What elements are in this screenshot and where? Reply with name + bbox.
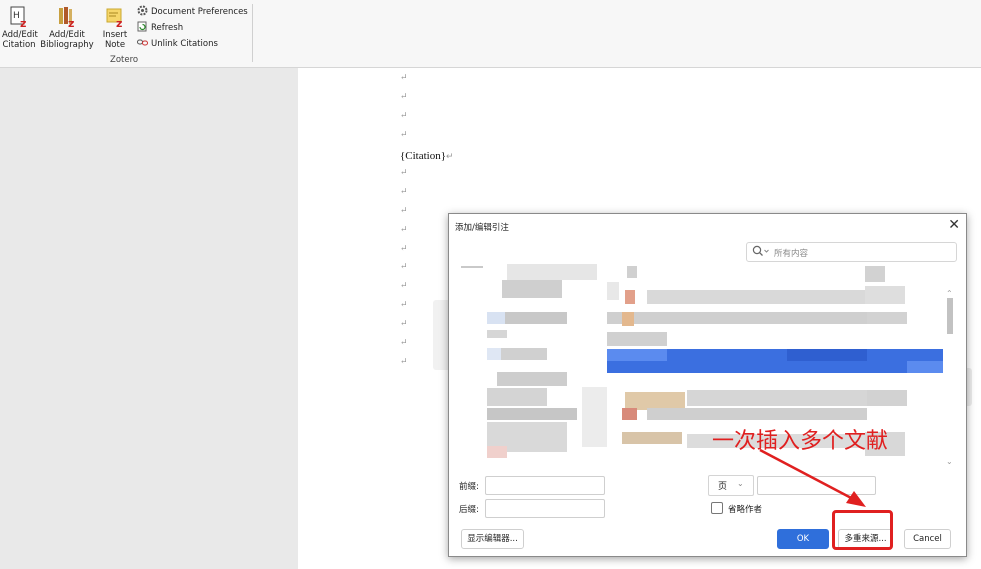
locator-dropdown[interactable]: 页 ⌄ [708, 475, 754, 496]
svg-text:H: H [13, 11, 20, 21]
close-icon[interactable]: ✕ [948, 217, 960, 233]
unlink-icon [137, 37, 148, 48]
unlink-citations-label: Unlink Citations [151, 39, 218, 49]
bibliography-icon: z [56, 6, 78, 30]
paragraph-mark: ↵ [400, 357, 408, 367]
paragraph-mark: ↵ [400, 319, 408, 329]
scroll-up-icon[interactable]: ⌃ [946, 289, 953, 298]
show-editor-button[interactable]: 显示编辑器... [461, 529, 524, 549]
chevron-down-icon: ⌄ [737, 479, 744, 488]
svg-text:z: z [116, 17, 122, 28]
add-citation-icon: H z [8, 6, 30, 30]
paragraph-mark: ↵ [400, 111, 408, 121]
document-preferences-button[interactable]: Document Preferences [137, 5, 248, 19]
paragraph-mark: ↵ [400, 338, 408, 348]
scroll-down-icon[interactable]: ⌄ [946, 457, 953, 466]
citation-text: {Citation} [400, 150, 447, 162]
omit-author-label: 省略作者 [728, 505, 763, 515]
annotation-highlight-box [832, 510, 893, 550]
locator-value: 页 [718, 482, 728, 492]
insert-note-label: Insert Note [102, 30, 128, 50]
paragraph-mark: ↵ [400, 300, 408, 310]
omit-author-checkbox[interactable] [711, 502, 723, 514]
paragraph-mark: ↵ [400, 168, 408, 178]
unlink-citations-button[interactable]: Unlink Citations [137, 37, 218, 51]
cancel-button[interactable]: Cancel [904, 529, 951, 549]
prefix-input[interactable] [485, 476, 605, 495]
dialog-title: 添加/编辑引注 [455, 223, 509, 233]
search-placeholder: 所有内容 [774, 249, 809, 259]
paragraph-mark: ↵ [400, 92, 408, 102]
paragraph-mark: ↵ [400, 73, 408, 83]
paragraph-mark: ↵ [446, 151, 454, 161]
add-edit-bibliography-label: Add/Edit Bibliography [40, 30, 94, 50]
ok-button[interactable]: OK [777, 529, 829, 549]
navigation-pane [0, 68, 298, 569]
refresh-icon [137, 21, 148, 32]
paragraph-mark: ↵ [400, 225, 408, 235]
search-input[interactable]: 所有内容 [746, 242, 957, 262]
ribbon-toolbar: H z Add/Edit Citation z Add/Edit Bibliog… [0, 0, 981, 68]
refresh-label: Refresh [151, 23, 184, 33]
add-edit-citation-dialog: 添加/编辑引注 ✕ 所有内容 ⌃ ⌄ 前缀: 后缀: 页 ⌄ 省略作者 显示编辑… [448, 213, 967, 557]
locator-input[interactable] [757, 476, 876, 495]
paragraph-mark: ↵ [400, 206, 408, 216]
document-preferences-label: Document Preferences [151, 7, 248, 17]
svg-text:z: z [68, 17, 74, 28]
paragraph-mark: ↵ [400, 187, 408, 197]
svg-text:z: z [20, 17, 26, 28]
suffix-input[interactable] [485, 499, 605, 518]
paragraph-mark: ↵ [400, 130, 408, 140]
paragraph-mark: ↵ [400, 281, 408, 291]
suffix-label: 后缀: [459, 505, 479, 515]
annotation-text: 一次插入多个文献 [712, 429, 889, 454]
gear-icon [137, 5, 148, 16]
add-edit-citation-label: Add/Edit Citation [2, 30, 38, 50]
add-edit-bibliography-button[interactable]: z Add/Edit Bibliography [40, 6, 94, 50]
refresh-button[interactable]: Refresh [137, 21, 183, 35]
zotero-group-label: Zotero [110, 55, 139, 65]
insert-note-button[interactable]: z Insert Note [100, 6, 130, 50]
paragraph-mark: ↵ [400, 262, 408, 272]
note-icon: z [104, 6, 126, 30]
add-edit-citation-button[interactable]: H z Add/Edit Citation [2, 6, 38, 50]
group-separator [252, 4, 253, 62]
search-icon [752, 245, 769, 257]
paragraph-mark: ↵ [400, 244, 408, 254]
prefix-label: 前缀: [459, 482, 479, 492]
citation-field[interactable]: {Citation}↵ [400, 150, 454, 162]
